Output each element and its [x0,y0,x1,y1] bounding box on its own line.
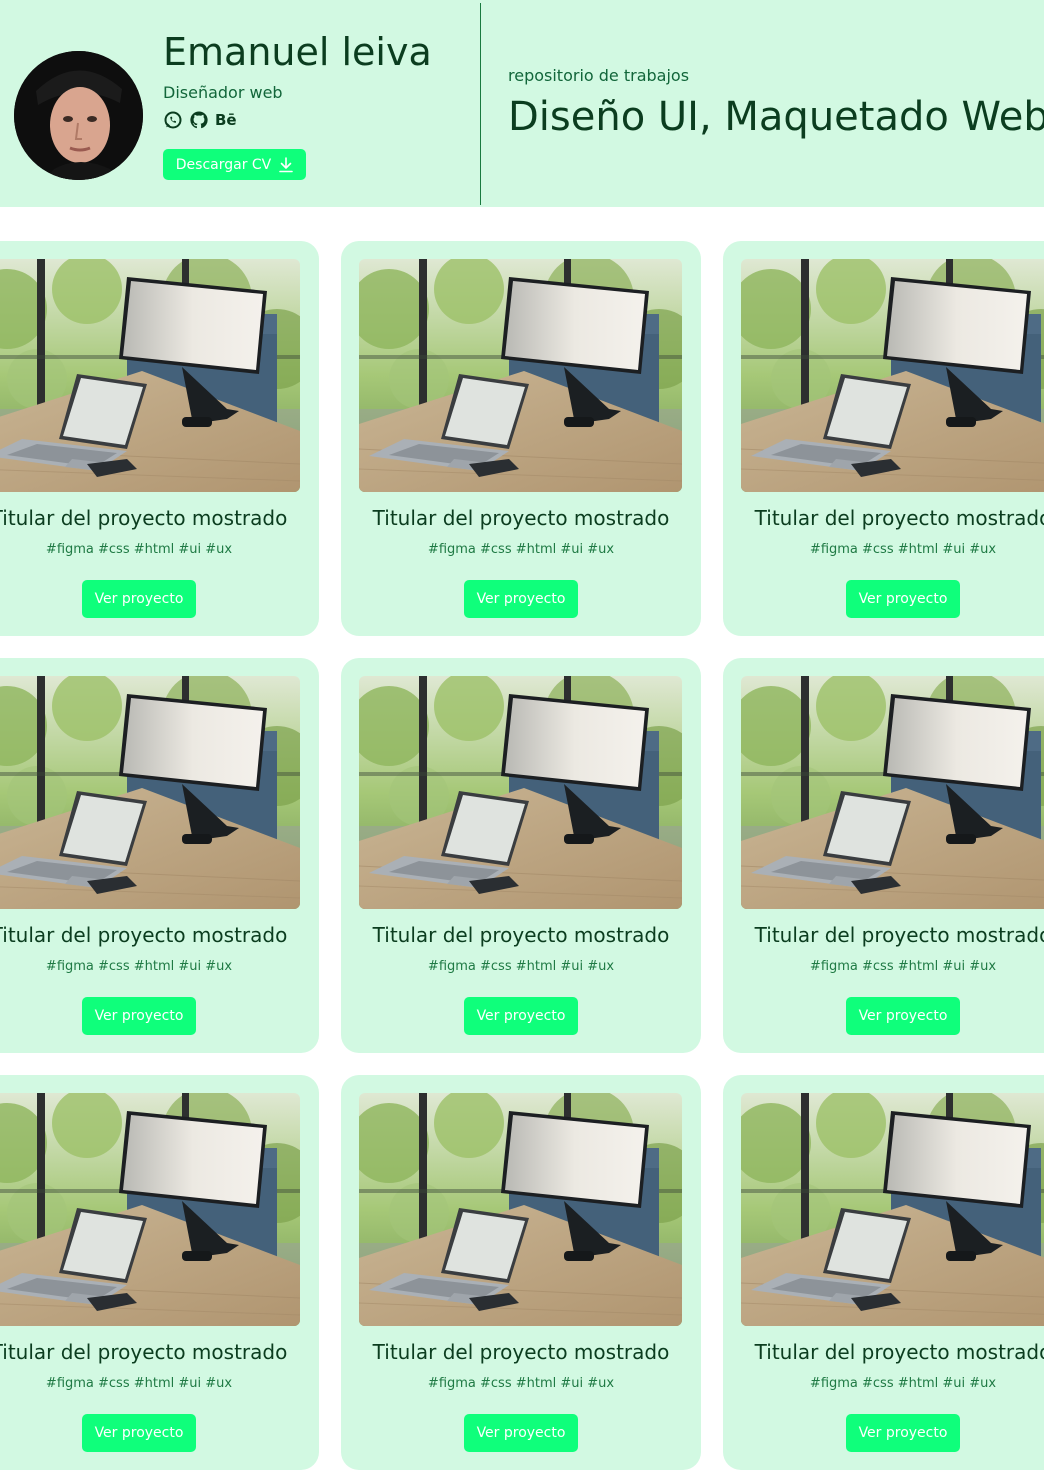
project-card: Titular del proyecto mostrado #figma #css… [0,658,319,1053]
project-thumbnail [741,676,1044,909]
project-card: Titular del proyecto mostrado #figma #css… [723,241,1044,636]
behance-icon[interactable]: Bē [215,110,237,130]
view-project-button[interactable]: Ver proyecto [464,580,578,618]
github-icon[interactable] [189,110,209,130]
project-thumbnail [0,676,300,909]
view-project-button[interactable]: Ver proyecto [846,1414,960,1452]
project-title: Titular del proyecto mostrado [372,1340,670,1364]
profile-role: Diseñador web [163,83,283,102]
project-title: Titular del proyecto mostrado [754,923,1044,947]
project-thumbnail [359,676,682,909]
project-thumbnail [741,1093,1044,1326]
page-headline: Diseño UI, Maquetado Web [508,94,1044,140]
project-tags: #figma #css #html #ui #ux [809,959,997,974]
social-links: Bē [163,110,237,130]
download-cv-button[interactable]: Descargar CV [163,149,306,180]
view-project-button[interactable]: Ver proyecto [82,1414,196,1452]
view-project-button[interactable]: Ver proyecto [82,997,196,1035]
project-thumbnail [359,1093,682,1326]
header-divider [480,3,481,205]
project-title: Titular del proyecto mostrado [0,506,288,530]
project-tags: #figma #css #html #ui #ux [427,542,615,557]
project-card: Titular del proyecto mostrado #figma #css… [723,658,1044,1053]
avatar [14,51,143,180]
project-title: Titular del proyecto mostrado [754,506,1044,530]
project-thumbnail [0,259,300,492]
repository-label: repositorio de trabajos [508,66,690,85]
profile-name: Emanuel leiva [163,30,432,74]
project-tags: #figma #css #html #ui #ux [809,542,997,557]
project-card: Titular del proyecto mostrado #figma #css… [341,658,701,1053]
project-thumbnail [359,259,682,492]
project-thumbnail [0,1093,300,1326]
project-title: Titular del proyecto mostrado [372,506,670,530]
project-tags: #figma #css #html #ui #ux [45,1376,233,1391]
project-tags: #figma #css #html #ui #ux [45,542,233,557]
project-tags: #figma #css #html #ui #ux [427,959,615,974]
view-project-button[interactable]: Ver proyecto [846,997,960,1035]
profile-header: Emanuel leiva Diseñador web Bē Descargar… [0,0,1044,207]
project-title: Titular del proyecto mostrado [372,923,670,947]
view-project-button[interactable]: Ver proyecto [464,1414,578,1452]
project-tags: #figma #css #html #ui #ux [427,1376,615,1391]
project-tags: #figma #css #html #ui #ux [809,1376,997,1391]
project-card: Titular del proyecto mostrado #figma #css… [0,1075,319,1470]
view-project-button[interactable]: Ver proyecto [846,580,960,618]
project-tags: #figma #css #html #ui #ux [45,959,233,974]
project-title: Titular del proyecto mostrado [754,1340,1044,1364]
whatsapp-icon[interactable] [163,110,183,130]
project-card: Titular del proyecto mostrado #figma #css… [723,1075,1044,1470]
project-title: Titular del proyecto mostrado [0,923,288,947]
download-cv-label: Descargar CV [175,156,272,173]
project-title: Titular del proyecto mostrado [0,1340,288,1364]
project-card: Titular del proyecto mostrado #figma #css… [341,241,701,636]
project-thumbnail [741,259,1044,492]
view-project-button[interactable]: Ver proyecto [464,997,578,1035]
project-card: Titular del proyecto mostrado #figma #css… [341,1075,701,1470]
project-card: Titular del proyecto mostrado #figma #css… [0,241,319,636]
download-icon [279,156,294,172]
view-project-button[interactable]: Ver proyecto [82,580,196,618]
